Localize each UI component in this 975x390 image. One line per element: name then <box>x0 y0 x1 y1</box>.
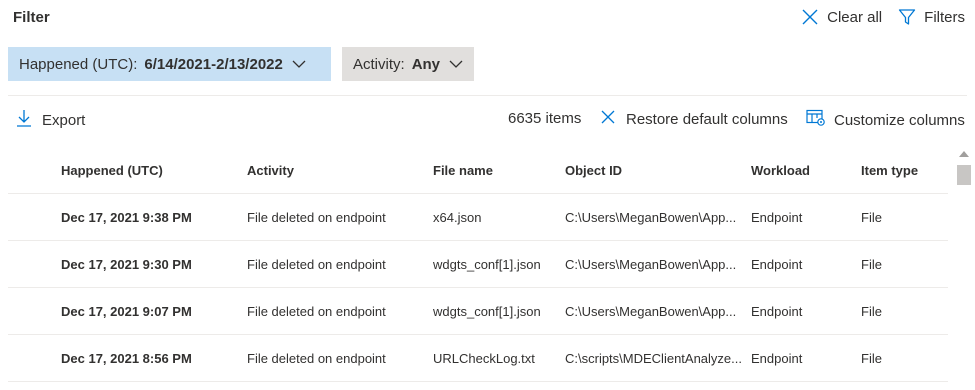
chevron-down-icon <box>292 56 306 73</box>
cell-workload: Endpoint <box>751 350 803 366</box>
cell-activity: File deleted on endpoint <box>247 350 386 366</box>
table-row[interactable]: Dec 17, 2021 9:30 PM File deleted on end… <box>8 241 948 288</box>
activity-pill-value: Any <box>411 55 441 73</box>
cell-happened: Dec 17, 2021 9:38 PM <box>61 209 192 225</box>
column-header-item-type[interactable]: Item type <box>861 163 941 178</box>
happened-pill-value: 6/14/2021-2/13/2022 <box>144 55 283 73</box>
customize-columns-button[interactable]: Customize columns <box>806 109 965 131</box>
happened-filter-pill[interactable]: Happened (UTC): 6/14/2021-2/13/2022 <box>8 47 331 81</box>
vertical-scrollbar[interactable] <box>955 148 973 390</box>
table-row[interactable]: Dec 17, 2021 9:07 PM File deleted on end… <box>8 288 948 335</box>
scrollbar-thumb[interactable] <box>957 165 971 185</box>
export-button[interactable]: Export <box>16 109 85 131</box>
column-header-activity[interactable]: Activity <box>247 163 433 178</box>
column-header-happened[interactable]: Happened (UTC) <box>8 163 247 178</box>
cell-happened: Dec 17, 2021 8:56 PM <box>61 350 192 366</box>
customize-columns-icon <box>806 109 826 131</box>
cell-item-type: File <box>861 303 882 319</box>
cell-item-type: File <box>861 256 882 272</box>
export-label: Export <box>42 111 86 129</box>
cell-happened: Dec 17, 2021 9:07 PM <box>61 303 192 319</box>
clear-all-button[interactable]: Clear all <box>801 8 882 26</box>
cell-item-type: File <box>861 209 882 225</box>
cell-object-id: C:\scripts\MDEClientAnalyze... <box>565 350 742 366</box>
filters-button[interactable]: Filters <box>898 8 965 26</box>
restore-default-columns-button[interactable]: Restore default columns <box>600 109 788 129</box>
cell-activity: File deleted on endpoint <box>247 303 386 319</box>
download-icon <box>16 109 32 131</box>
cell-object-id: C:\Users\MeganBowen\App... <box>565 209 737 225</box>
table-row[interactable]: Dec 17, 2021 8:56 PM File deleted on end… <box>8 335 948 382</box>
column-header-file-name[interactable]: File name <box>433 163 565 178</box>
cell-file-name: URLCheckLog.txt <box>433 350 535 366</box>
cell-item-type: File <box>861 350 882 366</box>
clear-all-label: Clear all <box>827 8 883 26</box>
filter-actions: Clear all Filters <box>801 8 965 26</box>
item-count: 6635 items <box>508 110 582 127</box>
scroll-up-arrow-icon[interactable] <box>959 151 969 157</box>
cell-workload: Endpoint <box>751 209 803 225</box>
column-header-object-id[interactable]: Object ID <box>565 163 751 178</box>
cell-file-name: wdgts_conf[1].json <box>433 256 541 272</box>
close-icon <box>600 109 616 129</box>
happened-pill-label: Happened (UTC): <box>19 55 138 73</box>
cell-happened: Dec 17, 2021 9:30 PM <box>61 256 192 272</box>
close-icon <box>801 8 819 26</box>
filter-icon <box>898 8 916 26</box>
restore-label: Restore default columns <box>626 110 788 128</box>
cell-activity: File deleted on endpoint <box>247 256 386 272</box>
customize-label: Customize columns <box>834 111 965 129</box>
cell-activity: File deleted on endpoint <box>247 209 386 225</box>
cell-file-name: wdgts_conf[1].json <box>433 303 541 319</box>
activity-pill-label: Activity: <box>353 55 405 73</box>
chevron-down-icon <box>449 56 463 73</box>
activity-filter-pill[interactable]: Activity: Any <box>342 47 474 81</box>
cell-workload: Endpoint <box>751 256 803 272</box>
filter-title: Filter <box>13 9 50 26</box>
table-header-row: Happened (UTC) Activity File name Object… <box>8 148 948 194</box>
cell-object-id: C:\Users\MeganBowen\App... <box>565 256 737 272</box>
cell-object-id: C:\Users\MeganBowen\App... <box>565 303 737 319</box>
activity-table: Happened (UTC) Activity File name Object… <box>8 148 948 382</box>
cell-file-name: x64.json <box>433 209 482 225</box>
filters-label: Filters <box>924 8 965 26</box>
table-row[interactable]: Dec 17, 2021 9:38 PM File deleted on end… <box>8 194 948 241</box>
toolbar-divider <box>8 95 967 96</box>
column-header-workload[interactable]: Workload <box>751 163 861 178</box>
cell-workload: Endpoint <box>751 303 803 319</box>
